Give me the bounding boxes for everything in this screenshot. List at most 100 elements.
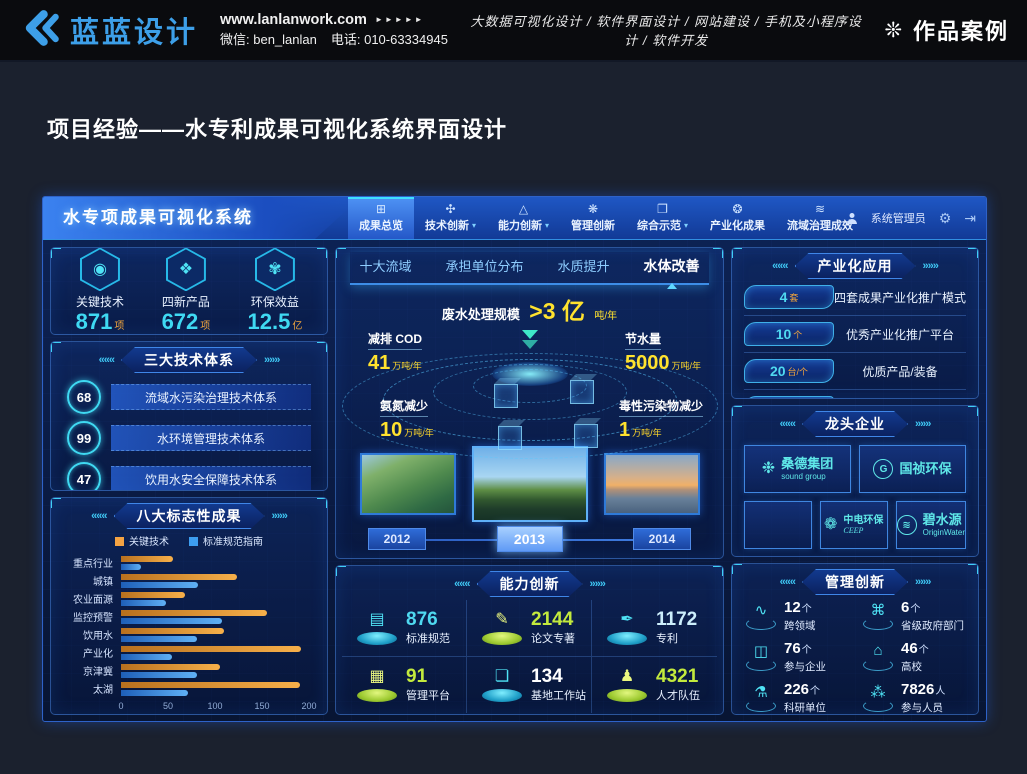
logo-sound-group[interactable]: ❉ 桑德集团sound group — [744, 445, 851, 493]
section-title: ««« 管理创新 »»» — [738, 569, 972, 595]
year-2013[interactable]: 2013 — [497, 526, 563, 552]
cap-value: 134 — [531, 667, 586, 688]
user-name[interactable]: 系统管理员 — [871, 210, 926, 226]
logo-ceep[interactable]: ❁ 中电环保CEEP — [820, 501, 888, 549]
nav-label: 能力创新 — [498, 217, 542, 233]
chart-category-label: 京津冀 — [61, 663, 121, 678]
chart-legend: 关键技术 标准规范指南 — [57, 533, 321, 548]
nav-label: 产业化成果 — [710, 217, 765, 233]
cases-link[interactable]: ❊ 作品案例 — [884, 14, 1009, 46]
industrial-row: 100项 优秀示范推广工程 — [744, 396, 966, 399]
logout-icon[interactable]: ⇥ — [964, 210, 976, 227]
platform-icon: ▦ — [369, 666, 384, 686]
tech-system-label[interactable]: 水环境管理技术体系 — [111, 425, 311, 451]
photo-2012[interactable] — [360, 453, 456, 515]
hexagon: ◉ — [80, 247, 120, 291]
metric-label: 毒性污染物减少 — [619, 397, 703, 417]
tech-system-label[interactable]: 饮用水安全保障技术体系 — [111, 466, 311, 491]
metric-ammonia: 氨氮减少 10万吨/年 — [380, 397, 434, 442]
bar-chart: 重点行业城镇农业面源监控预警饮用水产业化京津冀太湖 — [57, 552, 321, 699]
chart-category-label: 饮用水 — [61, 627, 121, 642]
count-circle: 68 — [67, 380, 101, 414]
chart-row: 重点行业 — [61, 555, 309, 570]
sparkle-icon: ❊ — [884, 18, 904, 43]
nav-label: 管理创新 — [571, 217, 615, 233]
workstation-icon: ❏ — [495, 666, 509, 686]
nav-label: 综合示范 — [637, 217, 681, 233]
metric-unit: 万吨/年 — [404, 428, 434, 438]
axis-tick: 150 — [254, 701, 269, 711]
tech-system-label[interactable]: 流域水污染治理技术体系 — [111, 384, 311, 410]
flower-icon: ❁ — [824, 517, 837, 533]
tab-water-improvement[interactable]: 水体改善 — [644, 256, 700, 276]
nav-label: 技术创新 — [425, 217, 469, 233]
cap-patents: ✒ 1172专利 — [592, 600, 717, 657]
nav-item-capability-innovation[interactable]: △ 能力创新▾ — [487, 197, 560, 239]
lanlan-logo-icon — [18, 9, 62, 52]
bar-standards — [121, 672, 197, 678]
chart-row: 太湖 — [61, 681, 309, 696]
management-icon: ❋ — [588, 203, 598, 215]
data-cube — [494, 384, 518, 408]
right-deco: »»» — [264, 354, 279, 366]
waves-icon: ≋ — [897, 515, 917, 535]
metric-value: 5000 — [625, 352, 670, 374]
tab-ten-basins[interactable]: 十大流域 — [359, 256, 411, 276]
tab-unit-distribution[interactable]: 承担单位分布 — [445, 256, 523, 276]
capability-title: 能力创新 — [477, 571, 583, 597]
logo-row: ❉ 桑德集团sound group G 国祯环保 — [744, 445, 966, 493]
g-circle-icon: G — [873, 459, 893, 479]
chart-category-label: 产业化 — [61, 645, 121, 660]
stat-value: 12.5 — [248, 309, 291, 334]
tab-water-quality[interactable]: 水质提升 — [558, 256, 610, 276]
bar-key-tech — [121, 574, 237, 580]
year-2014[interactable]: 2014 — [633, 528, 691, 550]
logo-originwater[interactable]: ≋ 碧水源OriginWater — [896, 501, 966, 549]
site-header: 蓝蓝设计 www.lanlanwork.com►►►►► 微信: ben_lan… — [0, 0, 1027, 62]
logo-empty[interactable] — [744, 501, 812, 549]
year-2012[interactable]: 2012 — [368, 528, 426, 550]
tech-system-row: 99 水环境管理技术体系 — [67, 421, 311, 455]
logo[interactable]: 蓝蓝设计 — [18, 9, 198, 52]
cases-label: 作品案例 — [913, 14, 1009, 46]
tech-icon: ✣ — [445, 203, 455, 215]
nav-item-overview[interactable]: ⊞ 成果总览 — [348, 197, 414, 239]
photo-2014[interactable] — [604, 453, 700, 515]
nav-item-management-innovation[interactable]: ❋ 管理创新 — [560, 197, 626, 239]
stat-value: 871 — [76, 309, 113, 334]
user-area: 系统管理员 ⚙ ⇥ — [846, 197, 976, 239]
cap-label: 标准规范 — [406, 630, 450, 646]
nav-item-industrialization[interactable]: ❂ 产业化成果 — [699, 197, 776, 239]
cap-workstations: ❏ 134基地工作站 — [467, 657, 592, 713]
logo-guozhen[interactable]: G 国祯环保 — [859, 445, 966, 493]
count-circle: 47 — [67, 462, 101, 491]
metric-value: 41 — [368, 352, 390, 374]
axis-tick: 100 — [207, 701, 222, 711]
capability-icon: △ — [519, 203, 528, 215]
nav-item-tech-innovation[interactable]: ✣ 技术创新▾ — [414, 197, 487, 239]
microscope-icon: ⚗ — [754, 683, 767, 701]
tech-system-row: 68 流域水污染治理技术体系 — [67, 380, 311, 414]
chart-category-label: 城镇 — [61, 573, 121, 588]
chevron-down-icon: ▾ — [684, 221, 688, 230]
gear-icon[interactable]: ⚙ — [939, 210, 952, 227]
stat-label: 四新产品 — [162, 293, 211, 310]
metric-value: 10 — [380, 419, 402, 441]
cap-value: 2144 — [531, 610, 575, 631]
bar-standards — [121, 564, 141, 570]
section-title: ««« 三大技术体系 »»» — [57, 347, 321, 373]
count-circle: 99 — [67, 421, 101, 455]
section-title: ««« 产业化应用 »»» — [738, 253, 972, 279]
tech-systems-title: 三大技术体系 — [121, 347, 257, 373]
count-badge: 20台/个 — [744, 359, 834, 383]
nav-item-demonstration[interactable]: ❐ 综合示范▾ — [626, 197, 699, 239]
chart-row: 农业面源 — [61, 591, 309, 606]
flow-icon: ∿ — [755, 601, 768, 619]
bar-key-tech — [121, 682, 300, 688]
chevron-down-icon: ▾ — [545, 221, 549, 230]
stat-key-tech: ◉ 关键技术 871项 — [76, 247, 125, 334]
achievements-title: 八大标志性成果 — [114, 503, 265, 529]
demo-icon: ❐ — [657, 203, 668, 215]
dashboard-title: 水专项成果可视化系统 — [63, 197, 253, 239]
website-url[interactable]: www.lanlanwork.com►►►►► — [220, 10, 448, 31]
